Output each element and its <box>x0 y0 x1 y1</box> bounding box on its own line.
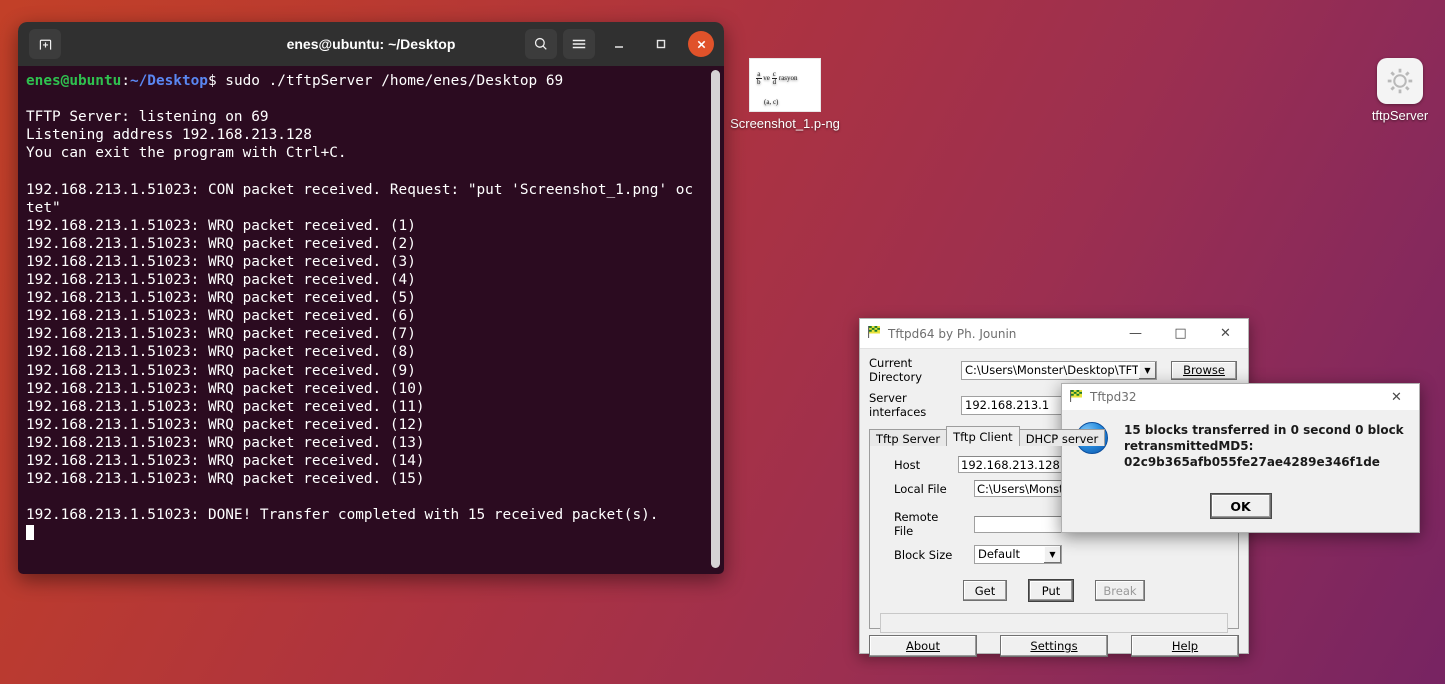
break-label: Break <box>1103 583 1137 598</box>
settings-label: Settings <box>1030 639 1078 653</box>
terminal-scrollbar[interactable] <box>711 70 720 568</box>
put-label: Put <box>1041 583 1061 598</box>
tftpd32-footer: OK <box>1062 494 1419 518</box>
about-button[interactable]: About <box>869 635 977 657</box>
browse-label: Browse <box>1183 363 1225 377</box>
server-interfaces-label: Server interfaces <box>869 391 927 419</box>
client-action-buttons: Get Put Break <box>880 580 1228 601</box>
current-directory-row: Current Directory C:\Users\Monster\Deskt… <box>869 356 1239 384</box>
terminal-cursor <box>26 525 34 541</box>
block-size-combobox[interactable]: Default ▼ <box>974 545 1062 564</box>
remote-file-label: Remote File <box>894 510 939 538</box>
current-directory-label: Current Directory <box>869 356 923 384</box>
about-label: About <box>905 639 940 653</box>
tftpd64-maximize-button[interactable]: □ <box>1158 319 1203 348</box>
tftpd64-titlebar[interactable]: Tftpd64 by Ph. Jounin — □ ✕ <box>860 319 1248 349</box>
host-label: Host <box>894 457 921 472</box>
local-file-label: Local File <box>894 481 947 496</box>
tftpd32-titlebar[interactable]: Tftpd32 ✕ <box>1062 384 1419 410</box>
settings-button[interactable]: Settings <box>1000 635 1108 657</box>
browse-button[interactable]: Browse <box>1171 360 1237 380</box>
desktop-icon-tftpserver[interactable]: tftpServer <box>1345 58 1445 123</box>
tftpd64-footer: About Settings Help <box>860 629 1248 665</box>
close-icon[interactable] <box>688 31 714 57</box>
tftpd32-close-button[interactable]: ✕ <box>1374 383 1419 412</box>
desktop-icon-screenshot-file[interactable]: a b ve c d rasyon (a, c) Screenshot_1.p-… <box>730 58 840 131</box>
get-button[interactable]: Get <box>963 580 1007 601</box>
thumb-second-line: (a, c) <box>764 98 779 106</box>
checkered-flag-icon <box>1069 388 1084 407</box>
terminal-titlebar[interactable]: enes@ubuntu: ~/Desktop <box>18 22 724 66</box>
chevron-down-icon[interactable]: ▼ <box>1043 546 1061 563</box>
desktop-icon-label-tftpserver: tftpServer <box>1371 108 1429 123</box>
desktop-icon-label-screenshot: Screenshot_1.p-ng <box>730 116 840 131</box>
ok-label: OK <box>1230 498 1251 514</box>
tab-tftp-server[interactable]: Tftp Server <box>869 429 948 446</box>
terminal-scrollbar-thumb[interactable] <box>711 70 720 568</box>
block-size-label: Block Size <box>894 547 953 562</box>
thumb-frac-c-den: d <box>772 78 777 86</box>
current-directory-value: C:\Users\Monster\Desktop\TFTP <box>965 362 1138 377</box>
thumb-tail-word: rasyon <box>778 74 798 83</box>
put-button[interactable]: Put <box>1029 580 1073 601</box>
tftpd64-tabstrip[interactable]: Tftp Server Tftp Client DHCP server <box>869 426 1239 446</box>
thumb-mid-word: ve <box>763 74 770 83</box>
tftpd32-title: Tftpd32 <box>1090 390 1137 404</box>
ok-button[interactable]: OK <box>1210 494 1271 518</box>
terminal-body[interactable]: enes@ubuntu:~/Desktop$ sudo ./tftpServer… <box>18 66 724 574</box>
terminal-window: enes@ubuntu: ~/Desktop enes@ubuntu:~/Des… <box>18 22 724 574</box>
gear-icon <box>1377 58 1423 104</box>
tftpd64-minimize-button[interactable]: — <box>1113 319 1158 348</box>
transfer-progress-bar <box>880 613 1228 633</box>
get-label: Get <box>974 583 996 598</box>
desktop: a b ve c d rasyon (a, c) Screenshot_1.p-… <box>0 0 1445 684</box>
search-icon[interactable] <box>525 29 557 59</box>
tftpd64-close-button[interactable]: ✕ <box>1203 319 1248 348</box>
hamburger-menu-icon[interactable] <box>563 29 595 59</box>
minimize-icon[interactable] <box>605 30 633 58</box>
block-size-row: Block Size Default ▼ <box>880 545 1228 564</box>
screenshot-thumbnail: a b ve c d rasyon (a, c) <box>749 58 821 112</box>
tftpd32-dialog: Tftpd32 ✕ i 15 blocks transferred in 0 s… <box>1061 383 1420 533</box>
help-label: Help <box>1171 639 1199 653</box>
checkered-flag-icon <box>867 325 882 342</box>
thumb-frac-a-den: b <box>757 78 761 86</box>
current-directory-combobox[interactable]: C:\Users\Monster\Desktop\TFTP ▼ <box>961 360 1157 380</box>
tab-dhcp-server[interactable]: DHCP server <box>1018 429 1106 446</box>
maximize-icon[interactable] <box>647 30 675 58</box>
new-tab-icon[interactable] <box>29 29 61 59</box>
tab-tftp-client[interactable]: Tftp Client <box>946 426 1020 446</box>
help-button[interactable]: Help <box>1131 635 1239 657</box>
block-size-value: Default <box>978 547 1021 561</box>
tftpd64-title: Tftpd64 by Ph. Jounin <box>888 326 1017 341</box>
break-button: Break <box>1095 580 1145 601</box>
chevron-down-icon[interactable]: ▼ <box>1138 361 1156 379</box>
terminal-output: enes@ubuntu:~/Desktop$ sudo ./tftpServer… <box>18 66 724 542</box>
